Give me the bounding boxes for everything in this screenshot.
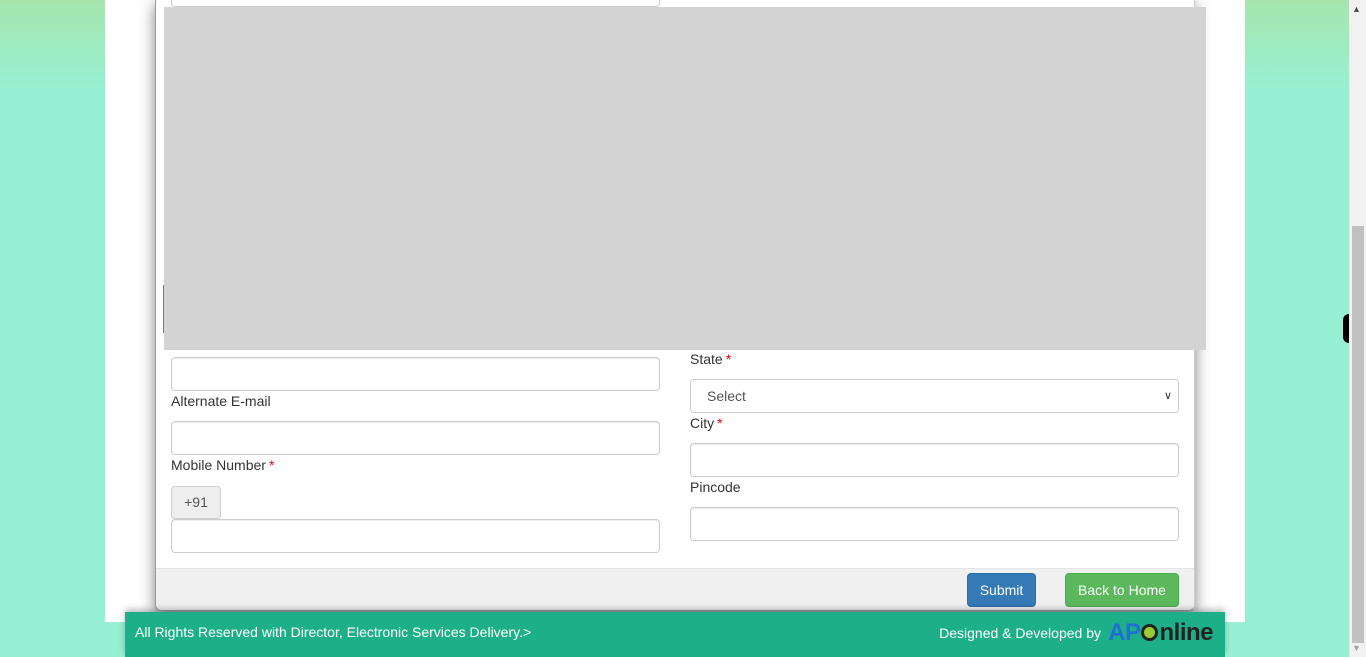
mobile-number-label: Mobile Number * [171,457,274,473]
alternate-email-label-text: Alternate E-mail [171,393,271,409]
logo-nline-text: nline [1159,619,1213,646]
error-indicator [163,285,164,333]
site-footer: All Rights Reserved with Director, Elect… [125,612,1225,657]
state-selected-value: Select [707,388,746,404]
modal-footer [156,568,1194,610]
scroll-down-icon[interactable]: ▼ [1352,643,1361,653]
pincode-label: Pincode [690,479,741,495]
required-asterisk: * [717,415,723,431]
back-to-home-button[interactable]: Back to Home [1065,573,1179,607]
alternate-email-field[interactable] [171,421,660,455]
required-asterisk: * [725,351,732,367]
country-code-addon: +91 [171,486,221,519]
chevron-down-icon: ∨ [1163,390,1172,402]
vertical-scrollbar[interactable]: ▲ ▼ [1349,0,1366,657]
pincode-field[interactable] [690,507,1179,541]
credit-text: Designed & Developed by [939,625,1101,641]
copyright-text: All Rights Reserved with Director, Elect… [135,624,532,640]
email-field[interactable] [171,357,660,391]
scrollbar-thumb[interactable] [1352,226,1364,643]
city-label: City * [690,415,723,431]
pincode-label-text: Pincode [690,479,741,495]
mobile-number-label-text: Mobile Number [171,457,266,473]
alternate-email-label: Alternate E-mail [171,393,271,409]
scroll-up-icon[interactable]: ▲ [1352,4,1361,14]
submit-button[interactable]: Submit [967,573,1036,607]
state-label: State * [690,351,731,367]
state-select[interactable]: Select ∨ [690,379,1179,413]
mobile-number-field[interactable] [171,519,660,553]
city-field[interactable] [690,443,1179,477]
city-label-text: City [690,415,715,431]
top-input-field[interactable] [171,0,660,7]
required-asterisk: * [268,457,275,473]
logo-globe-icon [1141,624,1159,641]
state-label-text: State [690,351,723,367]
loading-overlay [164,7,1206,350]
logo-ap-text: AP [1108,619,1141,646]
aponline-logo[interactable]: AP nline [1108,619,1213,647]
